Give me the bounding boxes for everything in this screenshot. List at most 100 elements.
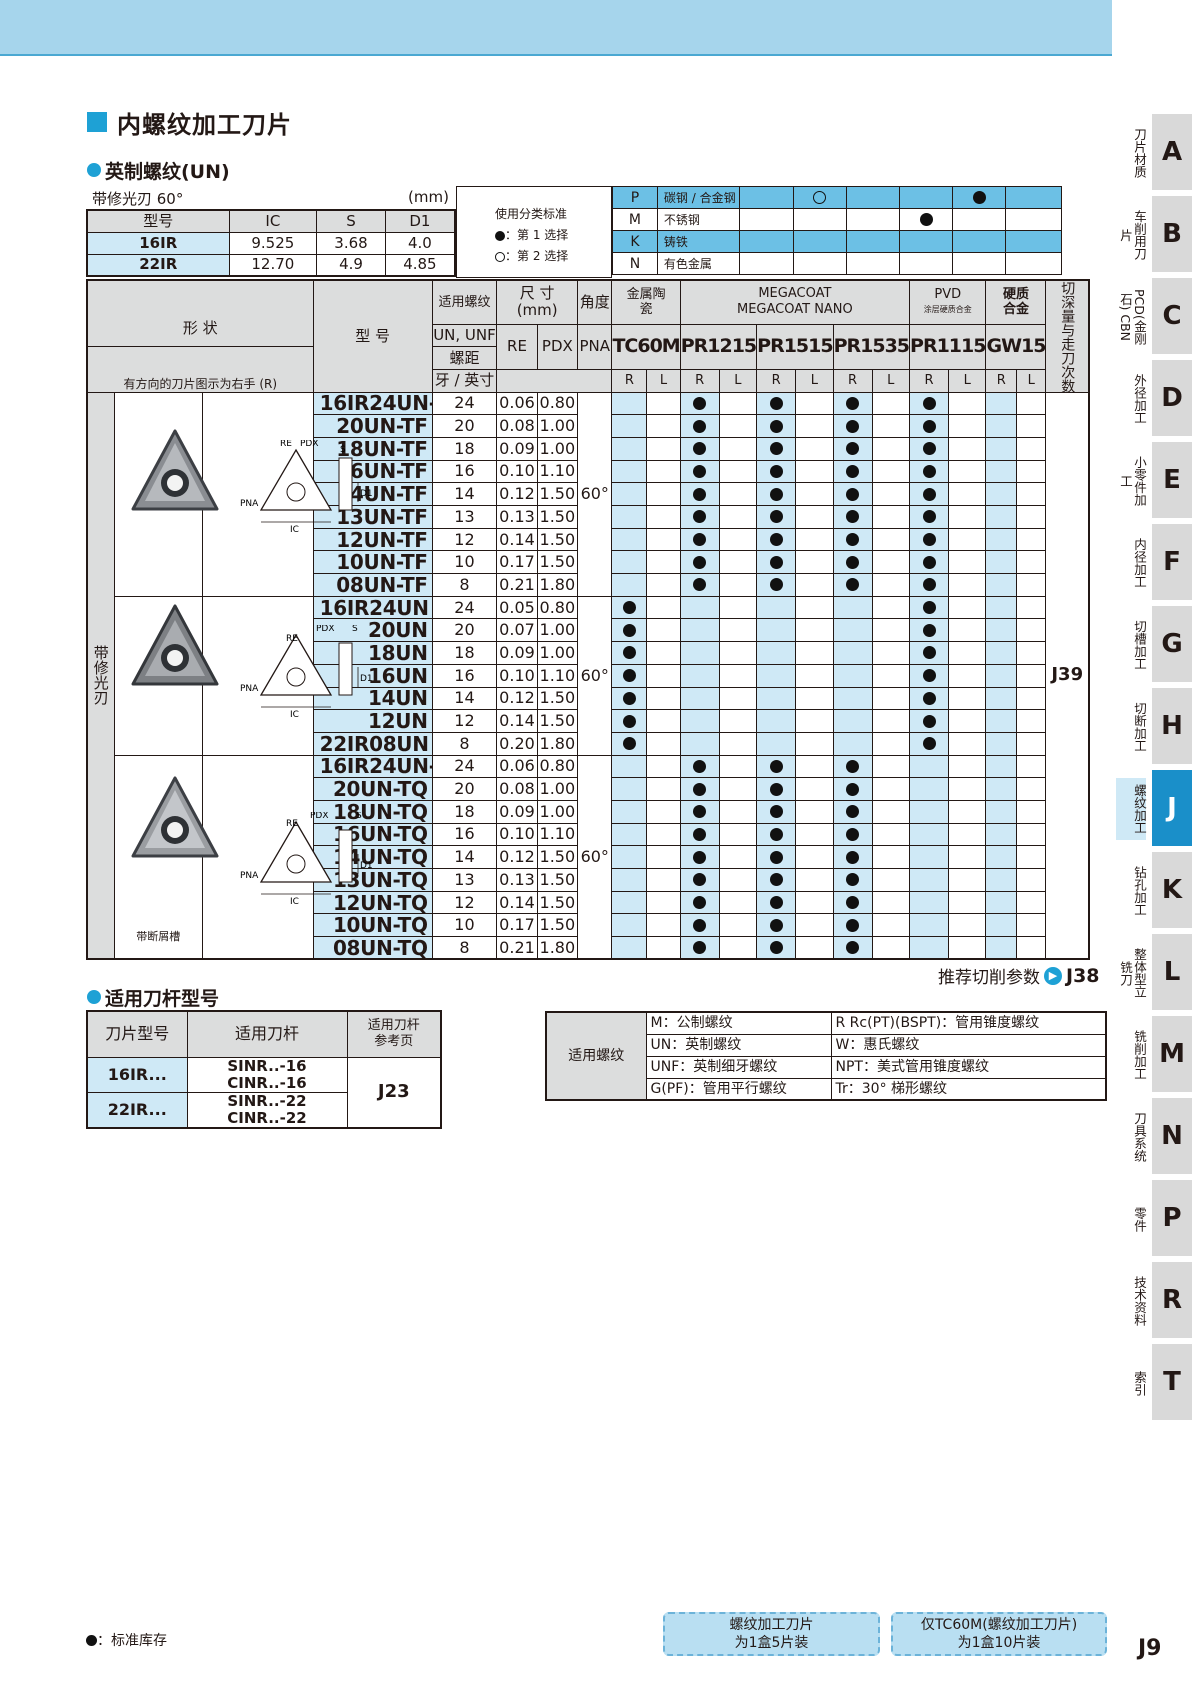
- filled-dot-icon: [769, 578, 783, 592]
- tab-label-k[interactable]: 钻孔加工: [1116, 860, 1147, 922]
- tab-a[interactable]: A: [1152, 114, 1192, 190]
- filled-dot-icon: [693, 759, 707, 773]
- tab-label-e[interactable]: 小零件加工: [1116, 450, 1147, 512]
- filled-dot-icon: [769, 555, 783, 569]
- tab-r[interactable]: R: [1152, 1262, 1192, 1338]
- tpi-cell: 12: [431, 890, 498, 915]
- insert-diagram-tq: RE PDX S PNA IC D1: [240, 812, 373, 907]
- stock-mark-l: [646, 731, 681, 756]
- tab-t[interactable]: T: [1152, 1344, 1192, 1420]
- tab-label-b[interactable]: 车削用刀片: [1116, 204, 1147, 266]
- hand-r-header: R: [909, 368, 949, 393]
- tab-g[interactable]: G: [1152, 606, 1192, 682]
- stock-mark-r: [679, 595, 720, 620]
- stock-mark-l: [718, 459, 758, 484]
- material-name: 有色金属: [656, 252, 740, 275]
- tab-label-m[interactable]: 铣削加工: [1116, 1024, 1147, 1086]
- depth-ref-page[interactable]: J39: [1045, 391, 1090, 960]
- stock-mark-l: [718, 482, 758, 506]
- re-cell: 0.08: [496, 414, 538, 438]
- tab-d[interactable]: D: [1152, 360, 1192, 436]
- stock-mark-r: [985, 391, 1018, 416]
- filled-dot-icon: [769, 918, 783, 932]
- top-banner: [0, 0, 1112, 56]
- stock-mark-l: [871, 527, 911, 552]
- pdx-header: PDX: [536, 323, 579, 370]
- tab-label-f[interactable]: 内径加工: [1116, 532, 1147, 594]
- filled-dot-icon: [922, 442, 936, 456]
- tab-label-p[interactable]: 零件: [1116, 1188, 1147, 1250]
- tab-label-r[interactable]: 技术资料: [1116, 1270, 1147, 1332]
- stock-mark-l: [795, 731, 834, 756]
- stock-mark-r: [611, 641, 648, 665]
- dim-header: D1: [384, 209, 456, 233]
- stock-mark-l: [871, 618, 911, 643]
- tab-k[interactable]: K: [1152, 852, 1192, 928]
- stock-mark-r: [909, 527, 949, 552]
- re-cell: 0.17: [496, 913, 538, 938]
- diagram-label-pdx: PDX: [316, 625, 335, 634]
- stock-mark-l: [871, 459, 911, 484]
- tab-e[interactable]: E: [1152, 442, 1192, 518]
- tab-m[interactable]: M: [1152, 1016, 1192, 1092]
- stock-mark-l: [947, 890, 987, 915]
- tab-n[interactable]: N: [1152, 1098, 1192, 1174]
- stock-mark-r: [832, 618, 873, 643]
- stock-mark-l: [646, 936, 681, 960]
- tab-label-t[interactable]: 索引: [1116, 1352, 1147, 1414]
- stock-mark-l: [1016, 663, 1047, 688]
- stock-mark-r: [611, 436, 648, 461]
- package-note-2[interactable]: 仅TC60M(螺纹加工刀片) 为1盒10片装: [891, 1612, 1107, 1656]
- stock-mark-l: [795, 709, 834, 733]
- stock-mark-r: [679, 845, 720, 869]
- stock-mark-l: [795, 868, 834, 892]
- stock-mark-l: [795, 505, 834, 529]
- tab-l[interactable]: L: [1152, 934, 1192, 1010]
- stock-mark-l: [1016, 799, 1047, 824]
- stock-mark-r: [611, 618, 648, 643]
- re-cell: 0.14: [496, 709, 538, 733]
- stock-mark-r: [611, 936, 648, 960]
- tab-label-l[interactable]: 整体型立铣刀: [1116, 942, 1147, 1004]
- stock-mark-l: [795, 595, 834, 620]
- stock-mark-l: [947, 550, 987, 575]
- tab-label-j[interactable]: 螺纹加工: [1116, 778, 1147, 840]
- tab-j[interactable]: J: [1152, 770, 1192, 846]
- tab-h[interactable]: H: [1152, 688, 1192, 764]
- holder-header: 刀片型号: [86, 1010, 188, 1058]
- filled-dot-icon: [922, 419, 936, 433]
- package-note-1[interactable]: 螺纹加工刀片 为1盒5片装: [663, 1612, 880, 1656]
- tab-b[interactable]: B: [1152, 196, 1192, 272]
- filled-dot-icon: [86, 1634, 97, 1646]
- stock-mark-l: [1016, 595, 1047, 620]
- filled-dot-icon: [769, 464, 783, 478]
- re-header: RE: [496, 323, 538, 370]
- tab-label-h[interactable]: 切断加工: [1116, 696, 1147, 758]
- re-cell: 0.14: [496, 890, 538, 915]
- tab-label-n[interactable]: 刀具系统: [1116, 1106, 1147, 1168]
- stock-mark-l: [646, 777, 681, 801]
- holder-header: 适用刀杆参考页: [346, 1010, 442, 1058]
- model-code: 24UN-TQ: [369, 755, 433, 778]
- angle-cell: 60°: [577, 391, 613, 597]
- tab-label-g[interactable]: 切槽加工: [1116, 614, 1147, 676]
- model-cell: 16IR24UN-TQ: [312, 754, 433, 779]
- filled-dot-icon: [693, 396, 707, 410]
- tab-c[interactable]: C: [1152, 278, 1192, 354]
- tab-p[interactable]: P: [1152, 1180, 1192, 1256]
- tab-f[interactable]: F: [1152, 524, 1192, 600]
- tab-label-d[interactable]: 外径加工: [1116, 368, 1147, 430]
- tpi-cell: 8: [431, 936, 498, 960]
- cutting-params-link[interactable]: 推荐切削参数 ▶ J38: [938, 963, 1100, 989]
- stock-mark-r: [756, 641, 797, 665]
- tab-label-c[interactable]: PCD(金刚石) CBN: [1116, 286, 1147, 348]
- thread-type: W：惠氏螺纹: [830, 1033, 1107, 1057]
- tab-label-a[interactable]: 刀片材质: [1116, 122, 1147, 184]
- hand-r-header: R: [611, 368, 648, 393]
- stock-mark-l: [795, 459, 834, 484]
- stock-mark-l: [718, 799, 758, 824]
- stock-mark-r: [756, 709, 797, 733]
- stock-mark-r: [985, 913, 1018, 938]
- pdx-cell: 1.00: [536, 436, 579, 461]
- stock-mark-l: [1016, 527, 1047, 552]
